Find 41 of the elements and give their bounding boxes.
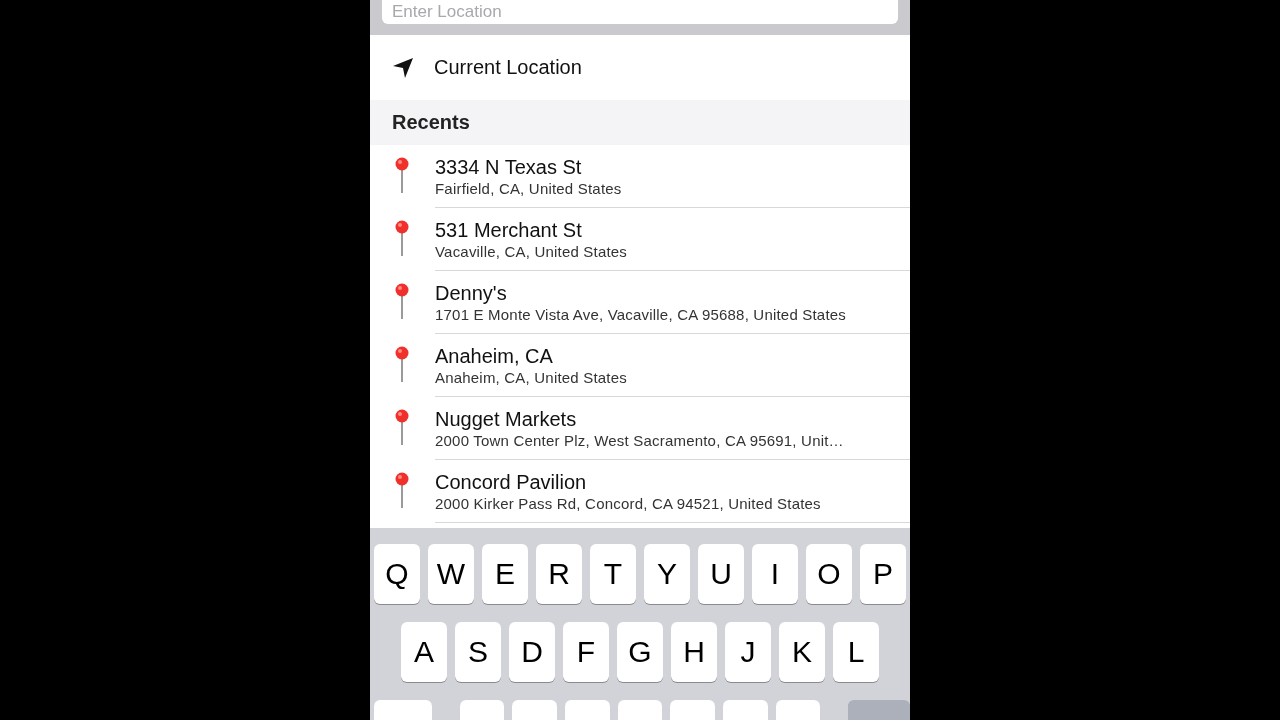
key[interactable]: L [833, 622, 879, 682]
place-name[interactable]: Nugget Markets [435, 407, 577, 431]
key[interactable]: K [779, 622, 825, 682]
key[interactable]: W [428, 544, 474, 604]
map-pin-icon [395, 409, 409, 447]
place-address: Vacaville, CA, United States [435, 242, 628, 260]
place-address: 2000 Town Center Plz, West Sacramento, CA 95691, Unit… [435, 431, 844, 449]
place-name[interactable]: Denny's [435, 281, 507, 305]
location-arrow-icon [392, 56, 414, 79]
location-search-field[interactable]: Enter Location [382, 0, 898, 24]
key[interactable]: Y [644, 544, 690, 604]
place-name[interactable]: 531 Merchant St [435, 218, 582, 242]
map-pin-icon [395, 283, 409, 321]
place-name[interactable]: 3334 N Texas St [435, 155, 582, 179]
key[interactable]: E [482, 544, 528, 604]
key[interactable]: T [590, 544, 636, 604]
key[interactable]: R [536, 544, 582, 604]
key[interactable]: D [509, 622, 555, 682]
key[interactable]: A [401, 622, 447, 682]
map-pin-icon [395, 220, 409, 258]
key[interactable]: H [671, 622, 717, 682]
section-header: Recents [392, 111, 470, 134]
key[interactable]: Q [374, 544, 420, 604]
place-address: Fairfield, CA, United States [435, 179, 622, 197]
key[interactable]: G [617, 622, 663, 682]
key[interactable]: U [698, 544, 744, 604]
place-address: 2000 Kirker Pass Rd, Concord, CA 94521, United States [435, 494, 821, 512]
key[interactable]: I [752, 544, 798, 604]
key[interactable]: S [455, 622, 501, 682]
key[interactable]: O [806, 544, 852, 604]
key[interactable]: J [725, 622, 771, 682]
place-address: 1701 E Monte Vista Ave, Vacaville, CA 95688, United States [435, 305, 847, 323]
place-name[interactable]: Concord Pavilion [435, 470, 587, 494]
key[interactable]: P [860, 544, 906, 604]
map-pin-icon [395, 472, 409, 510]
place-address: Anaheim, CA, United States [435, 368, 627, 386]
place-name[interactable]: Anaheim, CA [435, 344, 553, 368]
map-pin-icon [395, 346, 409, 384]
map-pin-icon [395, 157, 409, 195]
key[interactable]: F [563, 622, 609, 682]
current-location-item[interactable]: Current Location [370, 35, 910, 100]
